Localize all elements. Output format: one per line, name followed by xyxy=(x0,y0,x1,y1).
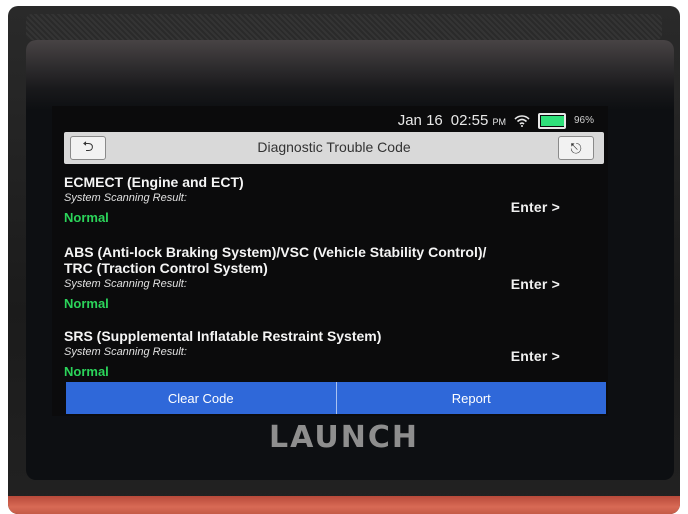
status-time: 02:55 PM xyxy=(451,112,506,129)
system-name-line2: TRC (Traction Control System) xyxy=(64,260,268,276)
system-name: SRS (Supplemental Inflatable Restraint S… xyxy=(64,328,382,344)
system-item: ABS (Anti-lock Braking System)/VSC (Vehi… xyxy=(64,244,604,311)
status-time-suffix: PM xyxy=(492,117,506,127)
screen-glare xyxy=(26,40,674,110)
report-button[interactable]: Report xyxy=(335,382,606,414)
scan-result: Normal xyxy=(64,364,109,379)
system-item: ECMECT (Engine and ECT) System Scanning … xyxy=(64,174,604,225)
exit-button[interactable]: ⎋ xyxy=(558,136,594,160)
diagnostic-screen: Jan 16 02:55 PM 96% ⮌ Diagnostic Trouble… xyxy=(52,106,608,416)
system-item: SRS (Supplemental Inflatable Restraint S… xyxy=(64,328,604,379)
clear-code-button[interactable]: Clear Code xyxy=(66,382,336,414)
status-date: Jan 16 xyxy=(397,112,443,129)
enter-button[interactable]: Enter > xyxy=(511,276,560,292)
device-red-trim xyxy=(8,496,680,514)
system-name-line1: ABS (Anti-lock Braking System)/VSC (Vehi… xyxy=(64,244,487,260)
system-name: ECMECT (Engine and ECT) xyxy=(64,174,244,190)
battery-fill xyxy=(540,115,565,126)
exit-icon: ⎋ xyxy=(570,139,582,156)
status-bar: Jan 16 02:55 PM 96% xyxy=(52,106,608,132)
system-list: ECMECT (Engine and ECT) System Scanning … xyxy=(64,166,604,379)
status-time-value: 02:55 xyxy=(450,112,489,129)
page-title: Diagnostic Trouble Code xyxy=(257,139,411,155)
enter-button[interactable]: Enter > xyxy=(511,348,560,364)
enter-button[interactable]: Enter > xyxy=(511,199,560,215)
battery-percent: 96% xyxy=(573,115,594,126)
device-top-bezel xyxy=(26,14,662,40)
action-bar: Clear Code Report xyxy=(66,382,606,414)
title-bar: ⮌ Diagnostic Trouble Code ⎋ xyxy=(64,132,604,164)
scan-result: Normal xyxy=(64,296,109,311)
launch-logo: LAUNCH xyxy=(268,420,419,455)
battery-icon xyxy=(537,112,566,129)
wifi-icon xyxy=(514,114,530,127)
